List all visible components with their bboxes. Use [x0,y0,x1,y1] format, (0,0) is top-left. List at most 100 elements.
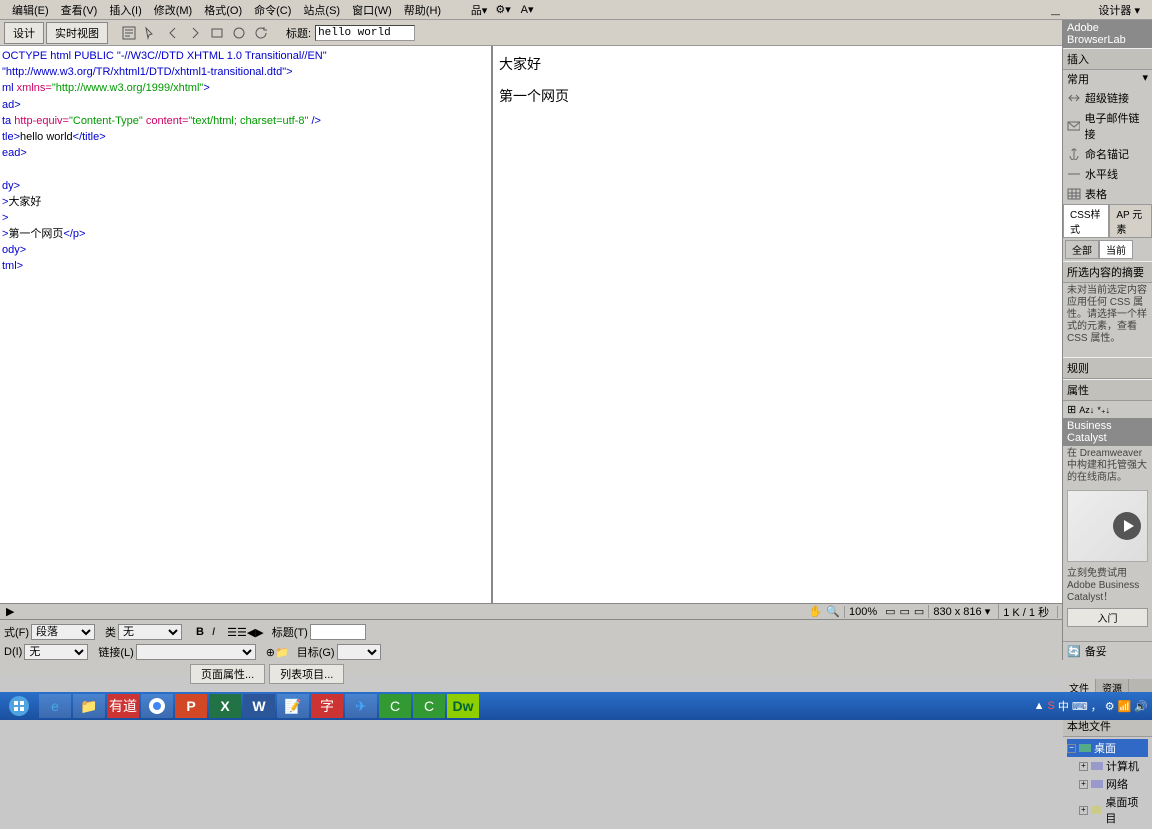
file-mgmt-icon[interactable] [208,24,226,42]
outdent-button[interactable]: ◀ [247,626,255,639]
taskbar-chrome[interactable] [141,694,173,718]
system-tray[interactable]: ▲ S 中 ⌨ ， ⚙ 📶 🔊 [1034,698,1152,714]
hand-tool-icon[interactable]: ✋ [809,605,823,618]
tree-network[interactable]: +网络 [1067,775,1148,793]
screen-size-icon[interactable]: ▭ [885,605,895,618]
tray-expand-icon[interactable]: ▲ [1034,700,1045,712]
list-item-button[interactable]: 列表项目... [269,664,344,684]
tag-selector-arrow[interactable]: ▶ [4,605,16,618]
class-select[interactable]: 无 [118,624,182,640]
workspace-switcher[interactable]: 设计器 ▾ [1092,0,1146,20]
business-catalyst-header[interactable]: Business Catalyst [1063,418,1152,446]
menu-modify[interactable]: 修改(M) [148,0,199,20]
ul-button[interactable]: ☰ [227,626,237,639]
id-select[interactable]: 无 [24,644,88,660]
design-button[interactable]: 设计 [4,22,44,44]
menu-help[interactable]: 帮助(H) [398,0,447,20]
code-view[interactable]: OCTYPE html PUBLIC "-//W3C//DTD XHTML 1.… [0,46,493,603]
insert-hr[interactable]: 水平线 [1063,164,1152,184]
ap-elements-tab[interactable]: AP 元素 [1109,204,1152,238]
insert-email-link[interactable]: 电子邮件链接 [1063,108,1152,144]
login-button[interactable]: 入门 [1067,608,1148,627]
live-code-icon[interactable] [120,24,138,42]
insert-hyperlink[interactable]: 超级链接 [1063,88,1152,108]
title-attr-input[interactable] [310,624,366,640]
taskbar-feiq[interactable]: ✈ [345,694,377,718]
tree-computer[interactable]: +计算机 [1067,757,1148,775]
title-input[interactable] [315,25,415,41]
nav-back-icon[interactable] [164,24,182,42]
insert-panel-header[interactable]: 插入 [1063,48,1152,70]
taskbar-explorer[interactable]: 📁 [73,694,105,718]
zoom-level[interactable]: 100% [844,606,881,618]
add-property-icon[interactable]: ⊞ [1067,404,1076,416]
taskbar-notepad[interactable]: 📝 [277,694,309,718]
menu-site[interactable]: 站点(S) [297,0,346,20]
tray-volume-icon[interactable]: 🔊 [1134,700,1148,713]
menu-insert[interactable]: 插入(I) [103,0,147,20]
tree-desktop-items[interactable]: +桌面项目 [1067,793,1148,827]
taskbar-ie[interactable]: e [39,694,71,718]
format-select[interactable]: 段落 [31,624,95,640]
ol-button[interactable]: ☰ [237,626,247,639]
page-properties-button[interactable]: 页面属性... [190,664,265,684]
menu-format[interactable]: 格式(O) [198,0,248,20]
tray-ime-icon[interactable]: 中 [1058,698,1069,714]
design-view[interactable]: 大家好 第一个网页 [493,46,1152,603]
insert-category[interactable]: 常用 [1067,71,1089,87]
css-current-button[interactable]: 当前 [1099,240,1133,259]
taskbar-camtasia[interactable]: C [379,694,411,718]
css-all-button[interactable]: 全部 [1065,240,1099,259]
insert-named-anchor[interactable]: 命名锚记 [1063,144,1152,164]
browse-icon[interactable]: 📁 [275,646,289,659]
zoom-tool-icon[interactable]: 🔍 [826,605,840,618]
font-icon[interactable]: A▾ [515,1,539,18]
taskbar-youdao[interactable]: 有道 [107,694,139,718]
taskbar-powerpoint[interactable]: P [175,694,207,718]
properties-header[interactable]: 属性 [1063,379,1152,401]
bold-button[interactable]: B [192,626,208,638]
show-set-icon[interactable]: *₊↓ [1097,405,1110,415]
screen-size-icon[interactable]: ▭ [900,605,910,618]
taskbar-camtasia2[interactable]: C [413,694,445,718]
gear-icon[interactable]: ⚙▾ [491,1,515,18]
start-button[interactable] [0,692,38,720]
tray-punct-icon[interactable]: ， [1091,698,1102,714]
refresh-icon[interactable] [252,24,270,42]
minimize-app-icon[interactable]: — [1051,9,1060,19]
css-styles-tab[interactable]: CSS样式 [1063,204,1109,238]
window-size[interactable]: 830 x 816 ▾ [928,605,994,618]
inspect-icon[interactable] [142,24,160,42]
nav-fwd-icon[interactable] [186,24,204,42]
point-to-file-icon[interactable]: ⊕ [266,646,275,659]
taskbar-app[interactable]: 字 [311,694,343,718]
menu-command[interactable]: 命令(C) [248,0,297,20]
link-select[interactable] [136,644,256,660]
screen-size-icon[interactable]: ▭ [914,605,924,618]
insert-table[interactable]: 表格 [1063,184,1152,204]
tray-sogou-icon[interactable]: S [1047,700,1054,712]
az-sort-icon[interactable]: Aᴢ↓ [1079,405,1094,415]
tree-desktop[interactable]: −桌面 [1067,739,1148,757]
indent-button[interactable]: ▶ [255,626,263,639]
play-icon[interactable] [1113,512,1141,540]
italic-button[interactable]: I [208,626,219,638]
menu-view[interactable]: 查看(V) [55,0,104,20]
layout-dropdown-icon[interactable]: 品▾ [467,0,491,20]
taskbar-dreamweaver[interactable]: Dw [447,694,479,718]
chevron-down-icon[interactable]: ▾ [1142,71,1148,87]
preview-icon[interactable] [230,24,248,42]
refresh-files-icon[interactable]: 🔄 [1067,645,1081,658]
browserlab-panel-header[interactable]: Adobe BrowserLab [1063,20,1152,48]
taskbar-word[interactable]: W [243,694,275,718]
menu-edit[interactable]: 编辑(E) [6,0,55,20]
tray-network-icon[interactable]: 📶 [1118,700,1132,713]
bc-video-thumbnail[interactable] [1067,490,1148,562]
taskbar-excel[interactable]: X [209,694,241,718]
rules-header[interactable]: 规则 [1063,357,1152,379]
target-select[interactable] [337,644,381,660]
menu-window[interactable]: 窗口(W) [346,0,398,20]
tray-settings-icon[interactable]: ⚙ [1105,700,1115,713]
live-view-button[interactable]: 实时视图 [46,22,108,44]
tray-keyboard-icon[interactable]: ⌨ [1072,700,1088,713]
